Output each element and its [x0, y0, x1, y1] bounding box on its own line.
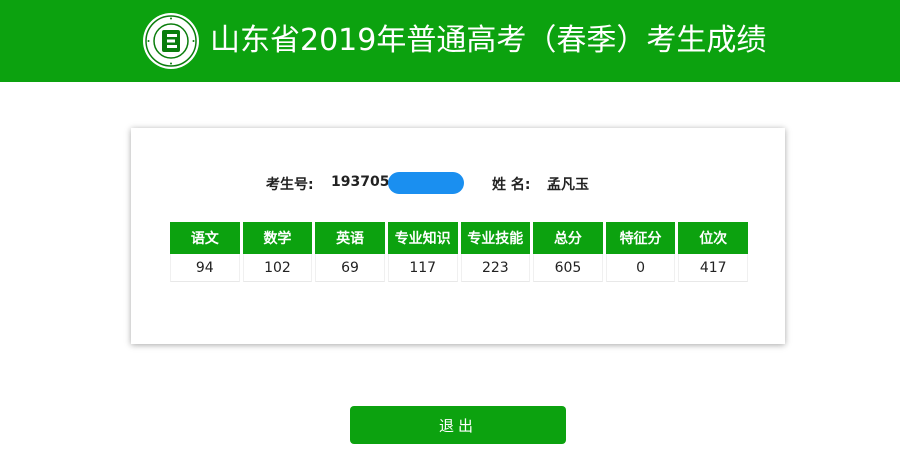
score-card: 考生号: 193705 姓 名: 孟凡玉 语文 数学 英语 专业知识 专业技能 …: [131, 128, 785, 344]
score-feature: 0: [605, 254, 676, 282]
page-title: 山东省2019年普通高考（春季）考生成绩: [210, 23, 767, 58]
score-table-header: 语文 数学 英语 专业知识 专业技能 总分 特征分 位次: [170, 222, 748, 254]
score-professional-knowledge: 117: [387, 254, 458, 282]
school-emblem-icon: [143, 13, 199, 69]
candidate-info: 考生号: 193705 姓 名: 孟凡玉: [131, 172, 785, 196]
header-total: 总分: [533, 222, 603, 254]
header-english: 英语: [315, 222, 385, 254]
header-professional-knowledge: 专业知识: [387, 222, 458, 254]
candidate-name-label: 姓 名:: [492, 177, 531, 193]
table-row: 94 102 69 117 223 605 0 417: [170, 254, 748, 282]
header-rank: 位次: [678, 222, 748, 254]
candidate-id-label: 考生号:: [266, 177, 314, 193]
score-english: 69: [315, 254, 385, 282]
header-chinese: 语文: [170, 222, 240, 254]
score-table: 语文 数学 英语 专业知识 专业技能 总分 特征分 位次 94 102 69 1…: [167, 222, 751, 282]
header-feature-score: 特征分: [605, 222, 676, 254]
score-total: 605: [533, 254, 603, 282]
candidate-name-value: 孟凡玉: [547, 177, 589, 193]
candidate-id-value: 193705: [331, 174, 390, 190]
score-professional-skill: 223: [460, 254, 531, 282]
header-professional-skill: 专业技能: [460, 222, 531, 254]
redaction-mark: [388, 172, 464, 194]
header-math: 数学: [242, 222, 313, 254]
score-chinese: 94: [170, 254, 240, 282]
score-math: 102: [242, 254, 313, 282]
score-rank: 417: [678, 254, 748, 282]
page-header: 山东省2019年普通高考（春季）考生成绩: [0, 0, 900, 82]
exit-button[interactable]: 退出: [350, 406, 566, 444]
